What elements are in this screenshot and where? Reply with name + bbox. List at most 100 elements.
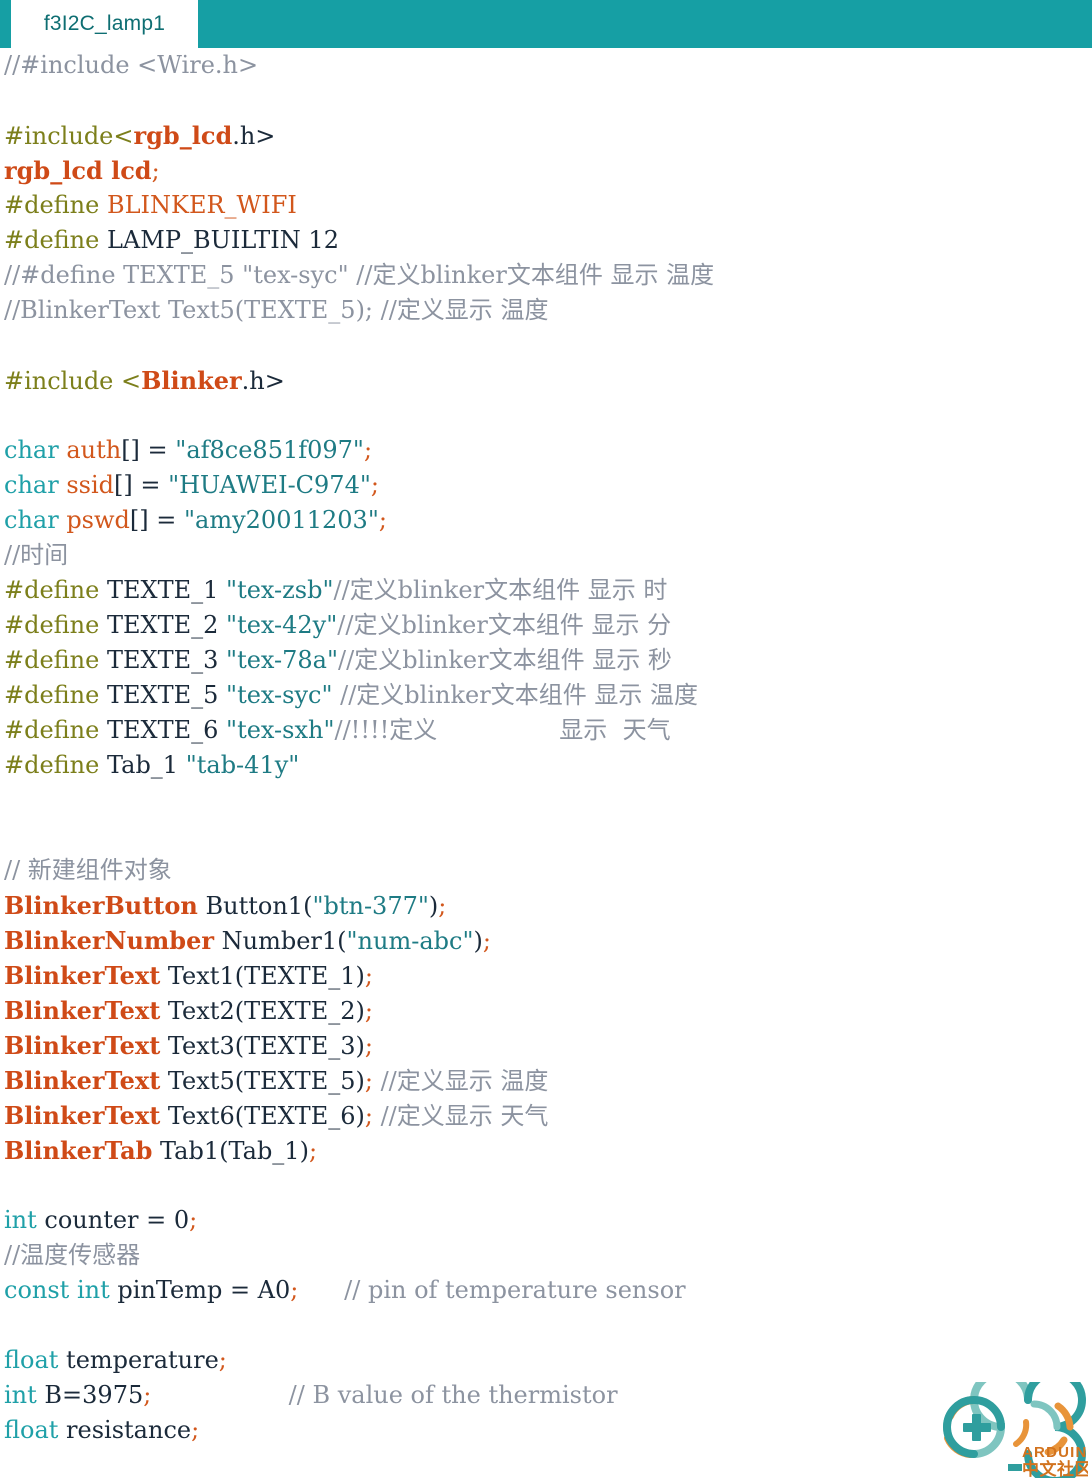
code-token-plain: TEXTE_5 [106, 681, 227, 709]
code-token-cmt: // pin of temperature sensor [298, 1276, 686, 1304]
code-token-cmt: // 新建组件对象 [4, 856, 172, 884]
code-token-plain: Text5(TEXTE_5) [160, 1067, 365, 1095]
code-token-cmt: //#define TEXTE_5 "tex-syc" //定义blinker文… [4, 261, 715, 289]
code-line: #define TEXTE_3 "tex-78a"//定义blinker文本组件… [0, 643, 1092, 678]
code-line: BlinkerText Text2(TEXTE_2); [0, 993, 1092, 1028]
code-token-str: "tex-syc" [226, 681, 333, 709]
code-line: // 新建组件对象 [0, 853, 1092, 888]
code-token-str: "af8ce851f097" [175, 436, 364, 464]
code-line: char pswd[] = "amy20011203"; [0, 503, 1092, 538]
code-token-cmt: //定义blinker文本组件 显示 温度 [332, 681, 698, 709]
code-token-cmt: //定义显示 温度 [372, 1067, 549, 1095]
code-token-cls: BlinkerText [4, 1101, 161, 1130]
tab-label: f3I2C_lamp1 [43, 12, 166, 35]
code-token-kw: float [4, 1416, 67, 1444]
code-token-pre: #define [4, 716, 107, 744]
code-token-cls: rgb_lcd [133, 121, 233, 150]
code-line: BlinkerText Text5(TEXTE_5); //定义显示 温度 [0, 1063, 1092, 1098]
code-token-str: "tex-78a" [226, 646, 339, 674]
code-token-name: auth [66, 436, 122, 464]
code-token-plain: TEXTE_6 [106, 716, 227, 744]
code-line: #include <Blinker.h> [0, 363, 1092, 398]
code-token-plain: LAMP_BUILTIN 12 [106, 226, 339, 254]
code-token-cmt: //定义blinker文本组件 显示 分 [337, 611, 672, 639]
code-token-name: pswd [66, 506, 130, 534]
code-line: #define TEXTE_6 "tex-sxh"//!!!!定义 显示 天气 [0, 713, 1092, 748]
code-token-plain: ) [473, 927, 483, 955]
code-line: BlinkerText Text6(TEXTE_6); //定义显示 天气 [0, 1098, 1092, 1133]
code-token-plain: resistance [66, 1416, 192, 1444]
code-line: //时间 [0, 538, 1092, 573]
code-token-punc: ; [364, 1102, 373, 1130]
code-token-cls: rgb_lcd lcd [4, 156, 152, 185]
code-token-str: "HUAWEI-C974" [168, 471, 371, 499]
code-line: BlinkerText Text1(TEXTE_1); [0, 958, 1092, 993]
code-token-punc: ; [482, 927, 491, 955]
code-token-kw: const int [4, 1276, 118, 1304]
code-token-cls: BlinkerText [4, 1066, 161, 1095]
code-token-punc: ; [364, 962, 373, 990]
code-editor-area[interactable]: //#include <Wire.h> #include<rgb_lcd .h> rg… [0, 48, 1092, 1448]
code-token-pre: #define [4, 681, 107, 709]
code-line: #define TEXTE_2 "tex-42y"//定义blinker文本组件… [0, 608, 1092, 643]
logo-subtitle: 中文社区 [1022, 1459, 1088, 1478]
code-token-pre: #define [4, 576, 107, 604]
code-token-str: "tex-zsb" [226, 576, 334, 604]
tab-f3i2c-lamp1[interactable]: f3I2C_lamp1 [11, 0, 198, 48]
code-token-punc: ; [191, 1416, 200, 1444]
code-line: char ssid[] = "HUAWEI-C974"; [0, 468, 1092, 503]
code-token-plain: Tab_1 [106, 751, 186, 779]
code-token-kw: int [4, 1206, 45, 1234]
code-line: char auth[] = "af8ce851f097"; [0, 433, 1092, 468]
code-line: int B=3975; // B value of the thermistor [0, 1378, 1092, 1413]
code-token-cmt: //定义blinker文本组件 显示 秒 [338, 646, 672, 674]
code-token-punc: ; [364, 1067, 373, 1095]
code-token-pre: #define [4, 226, 107, 254]
code-token-plain: TEXTE_3 [106, 646, 227, 674]
code-token-punc: ; [378, 506, 387, 534]
code-token-cls: Blinker [141, 366, 242, 395]
code-line: #define BLINKER_WIFI [0, 188, 1092, 223]
code-token-cls: BlinkerText [4, 996, 161, 1025]
code-token-pre: #define [4, 191, 107, 219]
code-token-name: BLINKER_WIFI [106, 191, 297, 219]
code-token-cls: BlinkerTab [4, 1136, 153, 1165]
code-token-cls: BlinkerText [4, 1031, 161, 1060]
code-token-pre: #include< [4, 122, 134, 150]
code-token-plain: Number1( [214, 927, 347, 955]
code-token-plain: pinTemp = A0 [117, 1276, 291, 1304]
code-token-str: "tab-41y" [185, 751, 300, 779]
code-token-punc: ; [364, 997, 373, 1025]
code-token-punc: ; [364, 1032, 373, 1060]
code-token-pre: #define [4, 751, 107, 779]
code-token-cmt: //BlinkerText Text5(TEXTE_5); //定义显示 温度 [4, 296, 549, 324]
code-token-cmt: //定义显示 天气 [372, 1102, 549, 1130]
code-token-cmt: //#include <Wire.h> [4, 51, 259, 79]
code-token-punc: ; [218, 1346, 227, 1374]
code-token-kw: char [4, 471, 67, 499]
code-token-cls: BlinkerText [4, 961, 161, 990]
code-token-plain: Text1(TEXTE_1) [160, 962, 365, 990]
arduino-chinese-community-logo: ARDUINO 中文社区 [930, 1369, 1092, 1482]
code-token-str: "num-abc" [346, 927, 474, 955]
editor-tab-bar: f3I2C_lamp1 [0, 0, 1092, 48]
code-token-str: "amy20011203" [184, 506, 379, 534]
code-token-punc: ; [189, 1206, 198, 1234]
code-token-plain: B=3975 [44, 1381, 144, 1409]
code-line: BlinkerText Text3(TEXTE_3); [0, 1028, 1092, 1063]
code-token-kw: char [4, 436, 67, 464]
code-token-kw: float [4, 1346, 67, 1374]
code-token-plain: counter = 0 [44, 1206, 190, 1234]
code-token-kw: int [4, 1381, 45, 1409]
code-token-punc: ; [151, 157, 160, 185]
code-line: #define TEXTE_5 "tex-syc" //定义blinker文本组… [0, 678, 1092, 713]
code-line: float resistance; [0, 1413, 1092, 1448]
code-token-plain: .h> [241, 367, 285, 395]
code-line: #define LAMP_BUILTIN 12 [0, 223, 1092, 258]
code-token-cmt: //温度传感器 [4, 1241, 141, 1269]
